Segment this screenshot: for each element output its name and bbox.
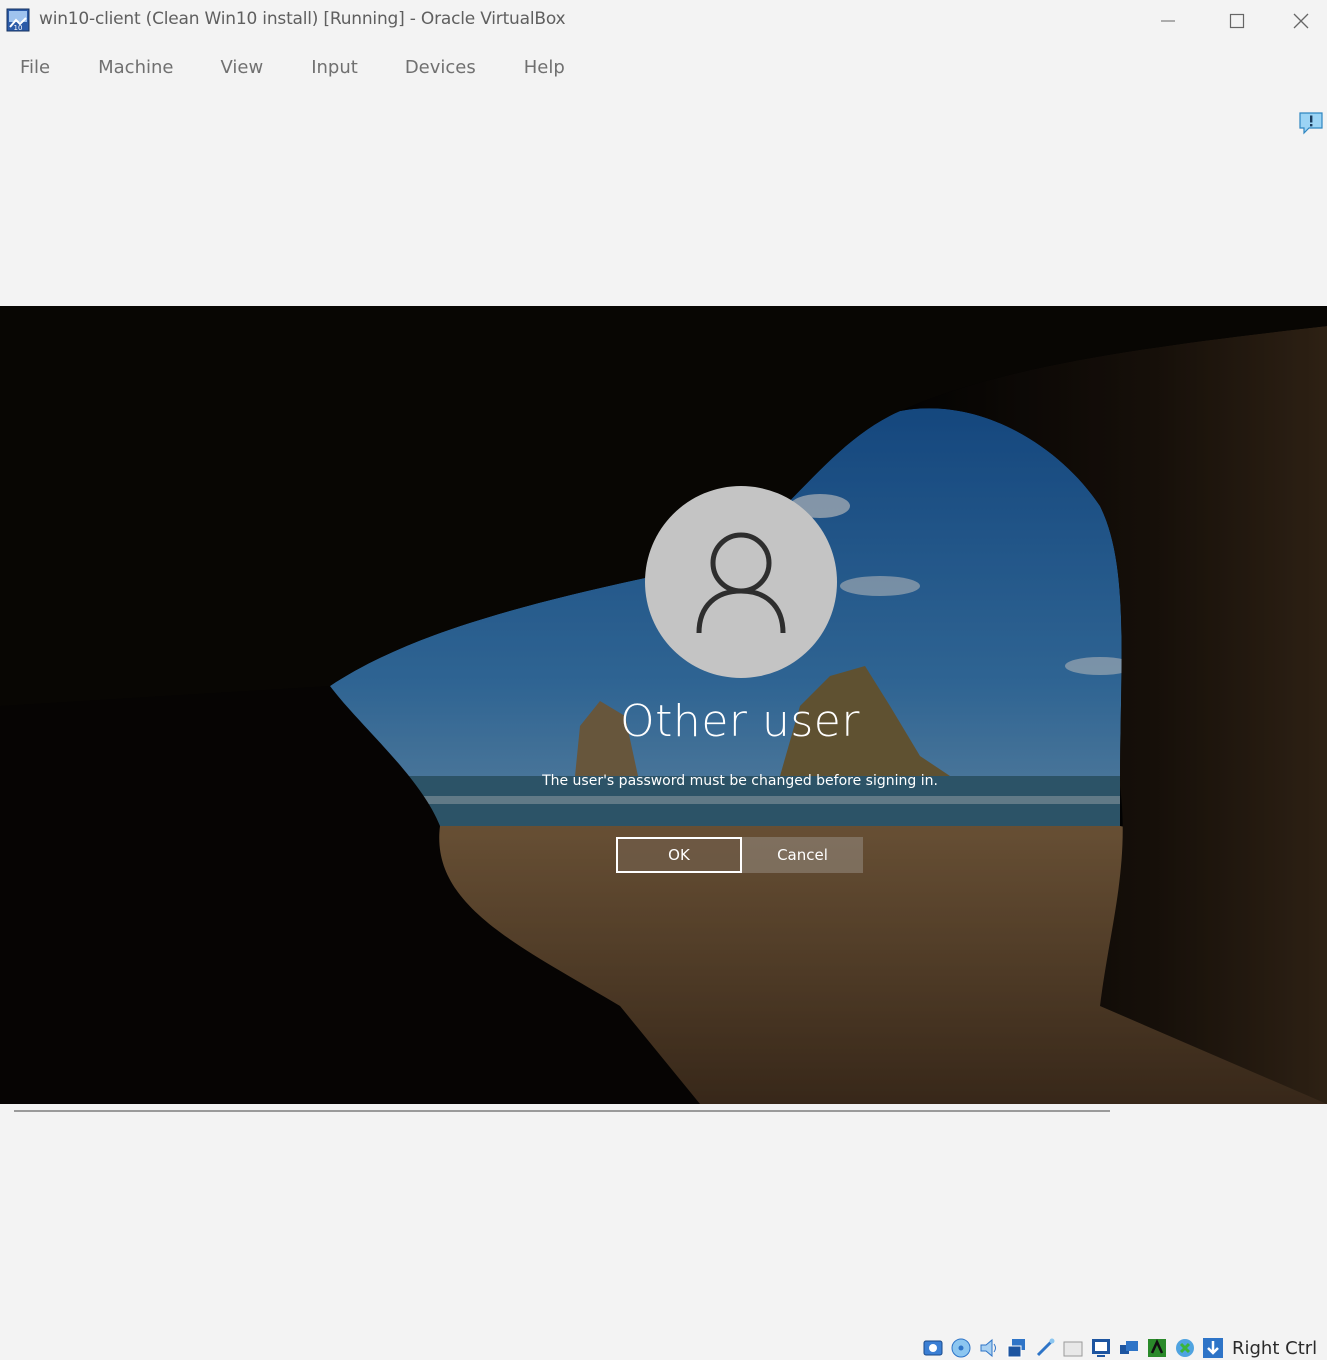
user-avatar: [645, 486, 837, 678]
menu-file[interactable]: File: [20, 57, 50, 78]
display-icon[interactable]: [1090, 1337, 1112, 1359]
audio-icon[interactable]: [978, 1337, 1000, 1359]
cpu-icon[interactable]: [1146, 1337, 1168, 1359]
title-bar: 10 win10-client (Clean Win10 install) [R…: [0, 0, 1327, 42]
shared-folders-icon[interactable]: [1062, 1337, 1084, 1359]
usb-icon[interactable]: [1034, 1337, 1056, 1359]
user-icon: [696, 532, 786, 634]
menu-input[interactable]: Input: [311, 57, 358, 78]
keyboard-capture-icon[interactable]: [1202, 1337, 1224, 1359]
menu-view[interactable]: View: [220, 57, 263, 78]
ok-button[interactable]: OK: [616, 837, 742, 873]
maximize-icon: [1229, 13, 1245, 29]
recording-icon[interactable]: [1118, 1337, 1140, 1359]
minimize-button[interactable]: [1134, 0, 1202, 42]
mouse-integration-icon[interactable]: [1174, 1337, 1196, 1359]
menu-machine[interactable]: Machine: [98, 57, 173, 78]
maximize-button[interactable]: [1203, 0, 1271, 42]
notification-icon[interactable]: [1298, 110, 1324, 136]
network-icon[interactable]: [1006, 1337, 1028, 1359]
user-name: Other user: [620, 696, 860, 747]
vm-display[interactable]: Other user The user's password must be c…: [0, 306, 1327, 1104]
optical-drive-icon[interactable]: [950, 1337, 972, 1359]
close-button[interactable]: [1274, 0, 1327, 42]
svg-text:10: 10: [14, 24, 23, 32]
menu-devices[interactable]: Devices: [405, 57, 476, 78]
cancel-button[interactable]: Cancel: [742, 837, 863, 873]
status-bar: Right Ctrl: [922, 1336, 1317, 1360]
separator: [14, 1110, 1110, 1112]
password-change-message: The user's password must be changed befo…: [542, 773, 938, 789]
host-key-label: Right Ctrl: [1232, 1337, 1318, 1359]
close-icon: [1293, 13, 1308, 29]
menu-help[interactable]: Help: [524, 57, 565, 78]
menu-bar: File Machine View Input Devices Help: [0, 48, 565, 86]
window-title: win10-client (Clean Win10 install) [Runn…: [39, 9, 566, 29]
virtualbox-app-icon: 10: [6, 8, 30, 32]
hard-disk-icon[interactable]: [922, 1337, 944, 1359]
minimize-icon: [1161, 20, 1175, 22]
